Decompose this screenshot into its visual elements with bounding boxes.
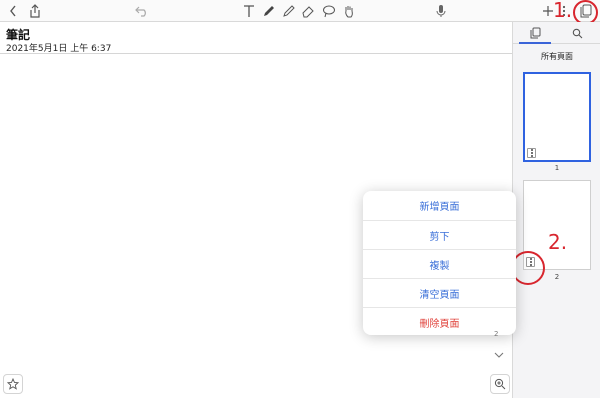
page-thumbnail-1[interactable] xyxy=(523,72,591,162)
menu-item-clear-page[interactable]: 清空頁面 xyxy=(363,278,516,307)
tab-pages[interactable] xyxy=(527,26,543,40)
text-tool-icon[interactable] xyxy=(241,2,257,20)
chevron-down-icon[interactable] xyxy=(494,344,504,363)
pages-panel: 所有頁面 1 2 xyxy=(512,22,600,398)
toolbar xyxy=(0,0,600,22)
active-tab-indicator xyxy=(519,42,551,44)
undo-icon[interactable] xyxy=(134,2,150,20)
search-icon xyxy=(572,24,583,43)
page-menu-icon[interactable] xyxy=(527,148,536,158)
note-app: 1. 筆記 2021年5月1日 上午 6:37 所有頁面 1 2 2. 新增頁面… xyxy=(0,0,600,398)
menu-item-cut[interactable]: 剪下 xyxy=(363,220,516,249)
eraser-icon[interactable] xyxy=(300,2,316,20)
panel-heading: 所有頁面 xyxy=(541,52,573,61)
page-context-menu: 新增頁面 剪下 複製 清空頁面 刪除頁面 xyxy=(363,191,516,335)
highlighter-icon[interactable] xyxy=(281,2,297,20)
tab-search[interactable] xyxy=(569,26,585,40)
zoom-button[interactable] xyxy=(490,374,510,394)
pages-icon xyxy=(530,24,541,43)
annotation-step-2: 2. xyxy=(548,230,568,254)
menu-item-copy[interactable]: 複製 xyxy=(363,249,516,278)
annotation-step-1: 1. xyxy=(553,0,573,22)
back-icon[interactable] xyxy=(6,2,20,20)
bottom-bar xyxy=(0,372,512,398)
share-icon[interactable] xyxy=(28,2,42,20)
favorite-button[interactable] xyxy=(3,374,23,394)
panel-tabs xyxy=(513,22,600,44)
mic-icon[interactable] xyxy=(434,2,448,20)
zoom-in-icon xyxy=(494,375,506,394)
page-number: 1 xyxy=(554,164,560,172)
pen-icon[interactable] xyxy=(261,2,277,20)
lasso-icon[interactable] xyxy=(321,2,337,20)
menu-item-add-page[interactable]: 新增頁面 xyxy=(363,191,516,220)
hand-icon[interactable] xyxy=(341,2,357,20)
star-icon xyxy=(6,375,20,394)
page-indicator: 2 xyxy=(494,330,499,338)
annotation-circle-2 xyxy=(511,251,545,285)
